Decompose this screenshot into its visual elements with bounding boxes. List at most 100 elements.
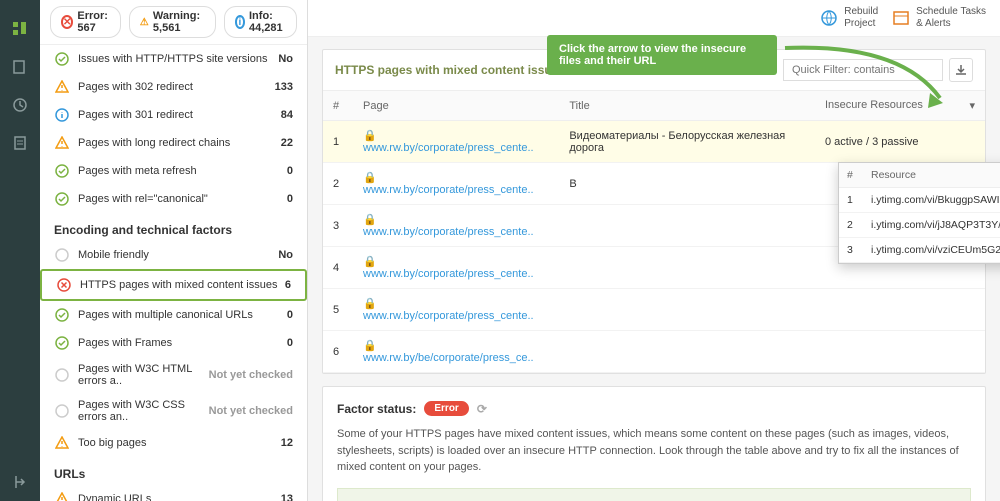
popup-row[interactable]: 1i.ytimg.com/vi/BkuggpSAWIs/0.j.. ➦Passi… — [839, 188, 1000, 213]
rebuild-button[interactable]: Rebuild Project — [820, 6, 878, 30]
rail-icon-pages[interactable] — [9, 56, 31, 78]
pop-cell-num: 2 — [839, 213, 863, 238]
nav-rail — [0, 0, 40, 501]
cell-page[interactable]: 🔒www.rw.by/corporate/press_cente.. — [353, 247, 559, 289]
cell-title — [559, 289, 815, 331]
main-topbar: Rebuild Project Schedule Tasks & Alerts — [308, 0, 1000, 37]
popup-row[interactable]: 3i.ytimg.com/vi/vziCEUm5G2Q/0.jpgPassive… — [839, 238, 1000, 263]
sidebar-item-label: Pages with W3C CSS errors an.. — [78, 399, 209, 423]
cell-page[interactable]: 🔒www.rw.by/be/corporate/press_ce.. — [353, 331, 559, 373]
section-urls: URLs — [40, 457, 307, 485]
quick-filter-input[interactable] — [783, 59, 943, 81]
sidebar-item-count: 0 — [287, 165, 293, 177]
sidebar-item[interactable]: Pages with 301 redirect84 — [40, 101, 307, 129]
schedule-label: Schedule Tasks & Alerts — [916, 6, 986, 30]
cell-page[interactable]: 🔒www.rw.by/corporate/press_cente.. — [353, 289, 559, 331]
sidebar-item-label: Pages with multiple canonical URLs — [78, 309, 287, 321]
warning-count: 5,561 — [153, 22, 181, 34]
sidebar-item-count: 22 — [281, 137, 293, 149]
rail-icon-dashboard[interactable] — [9, 18, 31, 40]
sidebar-item-label: Pages with 301 redirect — [78, 109, 281, 121]
table-row[interactable]: 1🔒www.rw.by/corporate/press_cente..Видео… — [323, 121, 985, 163]
download-button[interactable] — [949, 58, 973, 82]
sidebar-item[interactable]: Dynamic URLs13 — [40, 485, 307, 501]
refresh-icon[interactable]: ⟳ — [477, 402, 487, 416]
sidebar-item-label: Pages with W3C HTML errors a.. — [78, 363, 209, 387]
info-count: 44,281 — [249, 22, 283, 34]
col-resources[interactable]: Insecure Resources ▾ — [815, 91, 985, 121]
sidebar-item[interactable]: Pages with W3C HTML errors a..Not yet ch… — [40, 357, 307, 393]
calendar-icon — [892, 9, 910, 27]
pop-cell-resource[interactable]: i.ytimg.com/vi/jJ8AQP3T3Y/0.jpg — [863, 213, 1000, 238]
sidebar-item[interactable]: Issues with HTTP/HTTPS site versionsNo — [40, 45, 307, 73]
pop-cell-resource[interactable]: i.ytimg.com/vi/BkuggpSAWIs/0.j.. ➦ — [863, 188, 1000, 213]
info-label: Info: — [249, 10, 273, 22]
cell-num: 5 — [323, 289, 353, 331]
sidebar-item-count: 12 — [281, 437, 293, 449]
sidebar-item[interactable]: HTTPS pages with mixed content issues6 — [40, 269, 307, 301]
col-page[interactable]: Page — [353, 91, 559, 121]
col-num[interactable]: # — [323, 91, 353, 121]
sidebar-item-count: No — [278, 249, 293, 261]
lock-icon: 🔒 — [363, 130, 377, 142]
section-encoding: Encoding and technical factors — [40, 213, 307, 241]
status-icon — [54, 307, 70, 323]
sidebar-item-count: 0 — [287, 309, 293, 321]
info-pill[interactable]: iInfo: 44,281 — [224, 6, 298, 38]
sidebar-item-count: 133 — [275, 81, 293, 93]
sidebar-item-count: 6 — [285, 279, 291, 291]
pop-cell-resource[interactable]: i.ytimg.com/vi/vziCEUm5G2Q/0.jpg — [863, 238, 1000, 263]
sidebar-item-label: Issues with HTTP/HTTPS site versions — [78, 53, 278, 65]
cell-num: 3 — [323, 205, 353, 247]
rail-icon-clock[interactable] — [9, 94, 31, 116]
cell-resources: 0 active / 3 passive — [815, 121, 985, 163]
sidebar-item[interactable]: Pages with rel="canonical"0 — [40, 185, 307, 213]
error-pill[interactable]: ✕Error: 567 — [50, 6, 121, 38]
rail-icon-expand[interactable] — [9, 471, 31, 493]
sidebar-item[interactable]: Pages with meta refresh0 — [40, 157, 307, 185]
cell-page[interactable]: 🔒www.rw.by/corporate/press_cente.. — [353, 205, 559, 247]
cell-resources — [815, 331, 985, 373]
error-badge: Error — [424, 401, 468, 416]
sidebar-item-label: Too big pages — [78, 437, 281, 449]
sidebar-item-label: Mobile friendly — [78, 249, 278, 261]
globe-icon — [820, 9, 838, 27]
factor-status-label: Factor status: — [337, 402, 416, 416]
col-title[interactable]: Title — [559, 91, 815, 121]
sidebar-item-count: Not yet checked — [209, 405, 293, 417]
status-icon — [54, 247, 70, 263]
cell-page[interactable]: 🔒www.rw.by/corporate/press_cente.. — [353, 163, 559, 205]
sidebar-item-count: 0 — [287, 193, 293, 205]
sidebar-item-count: Not yet checked — [209, 369, 293, 381]
sidebar-item[interactable]: Pages with 302 redirect133 — [40, 73, 307, 101]
status-icon — [54, 435, 70, 451]
status-icon — [54, 403, 70, 419]
sidebar-item[interactable]: Pages with long redirect chains22 — [40, 129, 307, 157]
cell-page[interactable]: 🔒www.rw.by/corporate/press_cente.. — [353, 121, 559, 163]
main: Rebuild Project Schedule Tasks & Alerts … — [308, 0, 1000, 501]
table-row[interactable]: 5🔒www.rw.by/corporate/press_cente.. — [323, 289, 985, 331]
popup-row[interactable]: 2i.ytimg.com/vi/jJ8AQP3T3Y/0.jpgng> — [839, 213, 1000, 238]
sidebar-item-count: 84 — [281, 109, 293, 121]
lock-icon: 🔒 — [363, 214, 377, 226]
pop-col-num[interactable]: # — [839, 163, 863, 188]
summary-bar: ✕Error: 567 ⚠Warning: 5,561 iInfo: 44,28… — [40, 0, 307, 45]
table-row[interactable]: 6🔒www.rw.by/be/corporate/press_ce.. — [323, 331, 985, 373]
pop-cell-num: 3 — [839, 238, 863, 263]
pop-col-resource[interactable]: Resource — [863, 163, 1000, 188]
sidebar-item-count: 13 — [281, 493, 293, 501]
status-icon — [54, 163, 70, 179]
sidebar-item-label: Pages with long redirect chains — [78, 137, 281, 149]
cell-title — [559, 205, 815, 247]
warning-pill[interactable]: ⚠Warning: 5,561 — [129, 6, 216, 38]
sidebar-item-label: Pages with meta refresh — [78, 165, 287, 177]
rail-icon-report[interactable] — [9, 132, 31, 154]
sidebar-item[interactable]: Pages with Frames0 — [40, 329, 307, 357]
schedule-button[interactable]: Schedule Tasks & Alerts — [892, 6, 986, 30]
rebuild-label: Rebuild Project — [844, 6, 878, 30]
sidebar-item[interactable]: Mobile friendlyNo — [40, 241, 307, 269]
sidebar-item[interactable]: Pages with W3C CSS errors an..Not yet ch… — [40, 393, 307, 429]
sidebar-item[interactable]: Too big pages12 — [40, 429, 307, 457]
sidebar-item[interactable]: Pages with multiple canonical URLs0 — [40, 301, 307, 329]
status-icon — [54, 79, 70, 95]
